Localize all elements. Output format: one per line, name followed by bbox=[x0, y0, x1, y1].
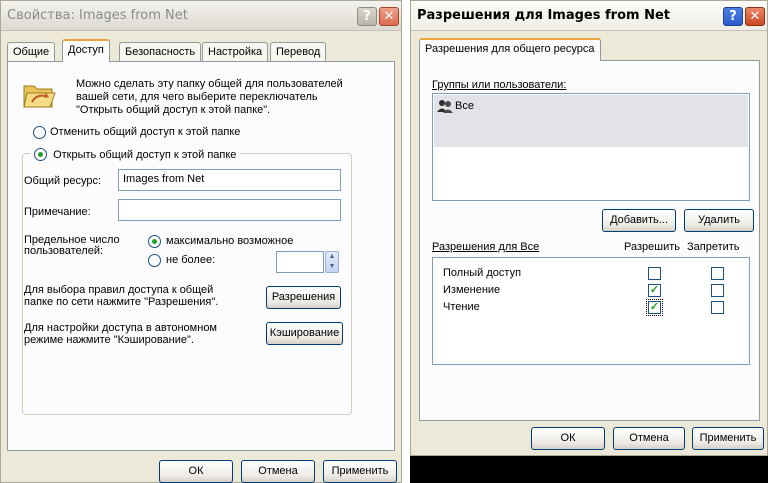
perm-change-deny-checkbox[interactable] bbox=[711, 284, 724, 297]
properties-titlebar: Свойства: Images from Net ? ✕ bbox=[1, 1, 401, 31]
users-group-icon bbox=[437, 100, 453, 113]
caching-text-2: режиме нажмите "Кэширование". bbox=[24, 334, 194, 346]
perm-name-read: Чтение bbox=[443, 301, 480, 313]
share-permissions-panel: Группы или пользователи: Все Добавить...… bbox=[419, 60, 760, 421]
user-limit-spinner[interactable]: ▲ ▼ bbox=[325, 251, 339, 273]
properties-title: Свойства: Images from Net bbox=[7, 8, 188, 23]
share-name-input[interactable]: Images from Net bbox=[118, 169, 341, 191]
comment-input[interactable] bbox=[118, 199, 341, 221]
deny-column-header: Запретить bbox=[687, 241, 740, 253]
tab-security[interactable]: Безопасность bbox=[119, 42, 202, 62]
share-name-label: Общий ресурс: bbox=[24, 175, 102, 187]
permissions-listbox: Полный доступ Изменение ✓ Чтение ✓ bbox=[432, 257, 750, 365]
help-icon[interactable]: ? bbox=[357, 7, 377, 26]
close-icon[interactable]: ✕ bbox=[745, 7, 765, 26]
background-strip bbox=[410, 456, 768, 483]
radio-no-share-label: Отменить общий доступ к этой папке bbox=[50, 126, 241, 138]
tab-translate[interactable]: Перевод bbox=[270, 42, 327, 62]
allow-column-header: Разрешить bbox=[624, 241, 680, 253]
ok-button[interactable]: ОК bbox=[531, 427, 605, 450]
apply-button[interactable]: Применить bbox=[692, 427, 764, 450]
perm-full-allow-checkbox[interactable] bbox=[648, 267, 661, 280]
tab-share-permissions[interactable]: Разрешения для общего ресурса bbox=[419, 38, 601, 61]
caching-button[interactable]: Кэширование bbox=[266, 322, 343, 345]
properties-dialog: Свойства: Images from Net ? ✕ Общие Дост… bbox=[0, 0, 402, 483]
perm-name-full: Полный доступ bbox=[443, 267, 522, 279]
apply-button[interactable]: Применить bbox=[323, 460, 397, 483]
help-icon[interactable]: ? bbox=[723, 7, 743, 26]
permissions-dialog: Разрешения для Images from Net ? ✕ Разре… bbox=[410, 0, 768, 456]
perm-full-deny-checkbox[interactable] bbox=[711, 267, 724, 280]
add-button[interactable]: Добавить... bbox=[602, 209, 676, 232]
shared-folder-icon bbox=[23, 85, 56, 108]
permissions-for-label: Разрешения для Все bbox=[432, 241, 540, 253]
perm-name-change: Изменение bbox=[443, 284, 501, 296]
radio-share[interactable] bbox=[34, 148, 47, 161]
perm-change-allow-checkbox[interactable]: ✓ bbox=[648, 284, 661, 297]
cancel-button[interactable]: Отмена bbox=[241, 460, 315, 483]
groups-label: Группы или пользователи: bbox=[432, 79, 567, 91]
info-text-line-3: "Открыть общий доступ к этой папке". bbox=[76, 104, 271, 116]
radio-no-more-label: не более: bbox=[166, 254, 216, 266]
permissions-text-2: папке по сети нажмите "Разрешения". bbox=[24, 296, 219, 308]
close-icon[interactable]: ✕ bbox=[379, 7, 399, 26]
user-limit-label-2: пользователей: bbox=[24, 245, 104, 257]
sharing-panel: Можно сделать эту папку общей для пользо… bbox=[7, 61, 395, 451]
groups-list-selection bbox=[434, 95, 748, 147]
caching-text-1: Для настройки доступа в автономном bbox=[24, 322, 217, 334]
remove-button[interactable]: Удалить bbox=[684, 209, 754, 232]
info-text-line-1: Можно сделать эту папку общей для пользо… bbox=[76, 78, 343, 90]
comment-label: Примечание: bbox=[24, 206, 91, 218]
user-limit-input[interactable] bbox=[276, 251, 324, 273]
radio-share-wrapper: Открыть общий доступ к этой папке bbox=[30, 146, 241, 162]
tab-sharing[interactable]: Доступ bbox=[62, 39, 110, 62]
radio-no-share[interactable] bbox=[33, 126, 46, 139]
ok-button[interactable]: ОК bbox=[159, 460, 233, 483]
groups-listbox[interactable]: Все bbox=[432, 93, 750, 201]
info-text-line-2: вашей сети, для чего выберите переключат… bbox=[76, 91, 318, 103]
cancel-button[interactable]: Отмена bbox=[613, 427, 685, 450]
perm-read-deny-checkbox[interactable] bbox=[711, 301, 724, 314]
tab-customize[interactable]: Настройка bbox=[202, 42, 269, 62]
radio-max-users[interactable] bbox=[148, 235, 161, 248]
permissions-text-1: Для выбора правил доступа к общей bbox=[24, 284, 214, 296]
permissions-title: Разрешения для Images from Net bbox=[417, 8, 670, 23]
tab-general[interactable]: Общие bbox=[7, 42, 56, 62]
radio-max-users-label: максимально возможное bbox=[166, 235, 294, 247]
group-item-everyone[interactable]: Все bbox=[455, 100, 474, 112]
permissions-button[interactable]: Разрешения bbox=[266, 286, 341, 309]
radio-share-label: Открыть общий доступ к этой папке bbox=[53, 149, 237, 161]
radio-no-more[interactable] bbox=[148, 254, 161, 267]
permissions-titlebar: Разрешения для Images from Net ? ✕ bbox=[411, 1, 767, 31]
perm-read-allow-checkbox[interactable]: ✓ bbox=[646, 299, 663, 316]
